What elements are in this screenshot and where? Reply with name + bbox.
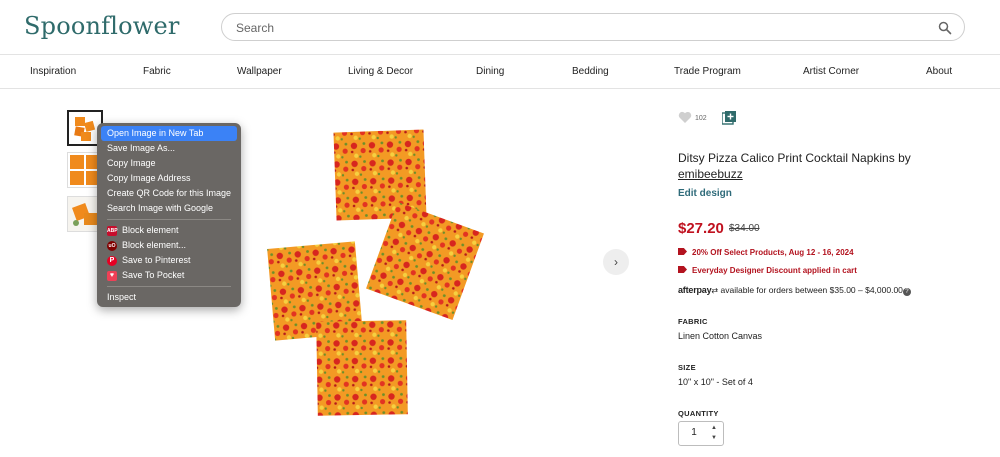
nav-trade-program[interactable]: Trade Program [674, 66, 741, 77]
menu-block-element-ublock[interactable]: uO Block element... [101, 238, 237, 253]
search-input[interactable] [236, 19, 916, 37]
nav-about[interactable]: About [926, 66, 952, 77]
menu-copy-image-address[interactable]: Copy Image Address [101, 171, 237, 186]
nav-dining[interactable]: Dining [476, 66, 504, 77]
size-label: SIZE [678, 363, 696, 372]
afterpay-arrows-icon: ⇄ [711, 286, 719, 295]
sale-price: $27.20 [678, 220, 724, 237]
menu-label: Block element... [122, 240, 187, 250]
adblock-plus-icon: ABP [107, 226, 118, 236]
fabric-value[interactable]: Linen Cotton Canvas [678, 331, 762, 341]
chevron-up-icon[interactable]: ▲ [711, 425, 717, 431]
spoonflower-logo[interactable]: Spoonflower [24, 12, 180, 40]
nav-artist-corner[interactable]: Artist Corner [803, 66, 859, 77]
menu-separator [107, 219, 231, 220]
chevron-down-icon[interactable]: ▼ [711, 435, 717, 441]
designer-link[interactable]: emibeebuzz [678, 167, 743, 181]
nav-bedding[interactable]: Bedding [572, 66, 609, 77]
menu-save-to-pinterest[interactable]: P Save to Pinterest [101, 253, 237, 268]
product-title: Ditsy Pizza Calico Print Cocktail Napkin… [678, 150, 938, 182]
nav-living-decor[interactable]: Living & Decor [348, 66, 413, 77]
promo-sale-badge: 20% Off Select Products, Aug 12 - 16, 20… [678, 248, 854, 257]
help-icon[interactable]: ? [902, 288, 911, 296]
menu-label: Save To Pocket [122, 270, 185, 280]
like-count: 102 [695, 115, 707, 122]
afterpay-text: available for orders between $35.00 – $4… [720, 285, 903, 295]
original-price: $34.00 [729, 223, 760, 234]
nav-fabric[interactable]: Fabric [143, 66, 171, 77]
size-value[interactable]: 10" x 10" - Set of 4 [678, 377, 753, 387]
tag-icon [678, 248, 687, 255]
menu-label: Save to Pinterest [122, 255, 191, 265]
afterpay-info: afterpay⇄ available for orders between $… [678, 285, 911, 296]
menu-inspect[interactable]: Inspect [101, 290, 237, 305]
browser-context-menu: Open Image in New Tab Save Image As... C… [97, 123, 241, 307]
pinterest-icon: P [107, 256, 117, 266]
promo-text: 20% Off Select Products, Aug 12 - 16, 20… [692, 248, 854, 257]
tag-icon [678, 266, 687, 273]
quantity-stepper[interactable]: ▲ ▼ [678, 421, 724, 446]
next-image-button[interactable]: › [603, 249, 629, 275]
heart-icon[interactable] [678, 111, 692, 124]
menu-search-image-google[interactable]: Search Image with Google [101, 201, 237, 216]
ublock-origin-icon: uO [107, 241, 117, 251]
menu-block-element-abp[interactable]: ABP Block element [101, 223, 237, 238]
menu-create-qr-code[interactable]: Create QR Code for this Image [101, 186, 237, 201]
edit-design-link[interactable]: Edit design [678, 188, 732, 199]
menu-open-image-new-tab[interactable]: Open Image in New Tab [101, 126, 237, 141]
quantity-input[interactable] [679, 427, 709, 438]
pocket-icon: ♥ [107, 271, 117, 281]
promo-text: Everyday Designer Discount applied in ca… [692, 266, 857, 275]
promo-designer-discount: Everyday Designer Discount applied in ca… [678, 266, 857, 275]
nav-wallpaper[interactable]: Wallpaper [237, 66, 282, 77]
menu-separator [107, 286, 231, 287]
product-title-text: Ditsy Pizza Calico Print Cocktail Napkin… [678, 151, 911, 165]
product-image-napkins[interactable] [243, 105, 588, 440]
menu-save-image-as[interactable]: Save Image As... [101, 141, 237, 156]
fabric-label: FABRIC [678, 317, 708, 326]
nav-inspiration[interactable]: Inspiration [30, 66, 76, 77]
add-to-collection-icon[interactable] [722, 111, 736, 125]
search-bar[interactable] [221, 13, 965, 41]
menu-copy-image[interactable]: Copy Image [101, 156, 237, 171]
site-header: Spoonflower [0, 0, 1000, 55]
search-icon[interactable] [938, 21, 952, 35]
afterpay-logo: afterpay [678, 285, 712, 295]
main-nav: Inspiration Fabric Wallpaper Living & De… [0, 55, 1000, 89]
menu-save-to-pocket[interactable]: ♥ Save To Pocket [101, 268, 237, 283]
quantity-label: QUANTITY [678, 409, 719, 418]
menu-label: Block element [122, 225, 179, 235]
